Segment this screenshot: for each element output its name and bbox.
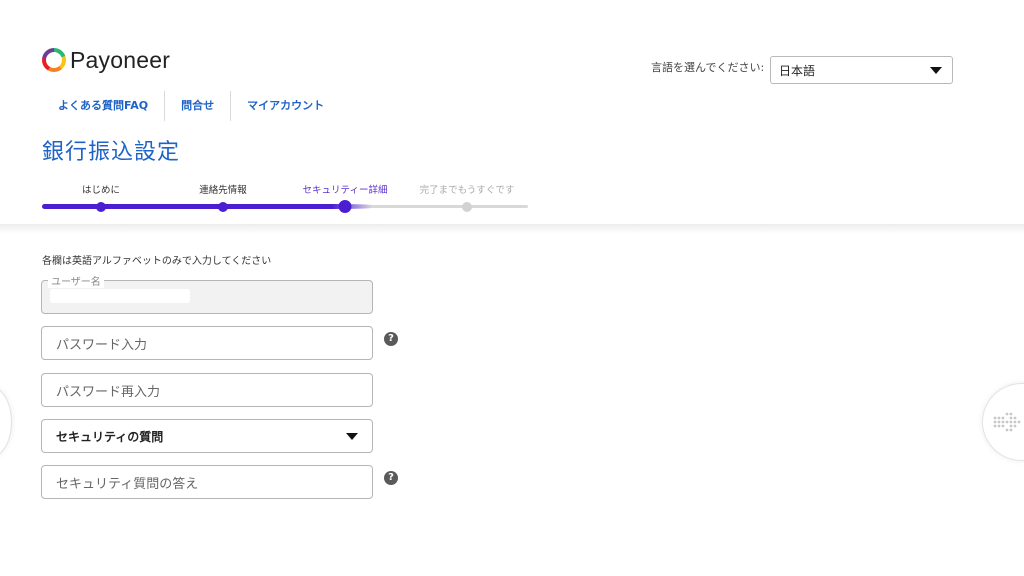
payoneer-ring-icon: [42, 48, 66, 72]
nav-link-faq[interactable]: よくある質問FAQ: [42, 91, 166, 121]
chevron-down-icon: [346, 432, 358, 440]
security-question-select[interactable]: セキュリティの質問: [41, 419, 373, 453]
step-dot-complete: [462, 202, 472, 212]
step-label-intro: はじめに: [81, 185, 121, 196]
progress-fill: [42, 204, 372, 209]
step-dot-intro: [96, 202, 106, 212]
payoneer-logo[interactable]: Payoneer: [42, 46, 170, 74]
chevron-down-icon: [930, 66, 942, 74]
top-nav: よくある質問FAQ 問合せ マイアカウント: [42, 91, 340, 121]
language-select[interactable]: 日本語: [770, 56, 953, 84]
step-label-complete: 完了までもうすぐです: [419, 185, 515, 196]
username-label: ユーザー名: [48, 273, 104, 288]
nav-link-my-account[interactable]: マイアカウント: [231, 91, 340, 121]
language-label: 言語を選んでください:: [651, 61, 765, 74]
password-placeholder: パスワード入力: [56, 337, 148, 353]
step-dot-security: [338, 200, 352, 213]
password-field[interactable]: パスワード入力: [41, 326, 373, 360]
step-dot-contact: [218, 202, 228, 212]
step-label-security: セキュリティー詳細: [302, 185, 388, 196]
password-help-icon[interactable]: ?: [384, 332, 398, 346]
username-field[interactable]: ユーザー名: [41, 273, 373, 314]
language-selected-value: 日本語: [779, 63, 816, 78]
progress-stepper: はじめに 連絡先情報 セキュリティー詳細 完了までもうすぐです: [42, 178, 532, 218]
form-instruction: 各欄は英語アルファベットのみで入力してください: [42, 256, 272, 267]
password-confirm-field[interactable]: パスワード再入力: [41, 373, 373, 407]
username-value-redacted: [50, 289, 190, 303]
brand-name: Payoneer: [70, 46, 171, 73]
nav-link-contact[interactable]: 問合せ: [165, 91, 232, 121]
security-answer-field[interactable]: セキュリティ質問の答え: [41, 465, 373, 499]
security-question-value: セキュリティの質問: [56, 429, 164, 444]
security-answer-placeholder: セキュリティ質問の答え: [56, 476, 199, 492]
security-answer-help-icon[interactable]: ?: [384, 471, 398, 485]
dotted-arrow-right-icon: [993, 412, 1021, 432]
previous-slide-button[interactable]: [0, 386, 12, 458]
page-title: 銀行振込設定: [42, 140, 181, 165]
header-divider: [0, 224, 1024, 234]
step-label-contact: 連絡先情報: [199, 185, 247, 196]
password-confirm-placeholder: パスワード再入力: [56, 384, 161, 400]
